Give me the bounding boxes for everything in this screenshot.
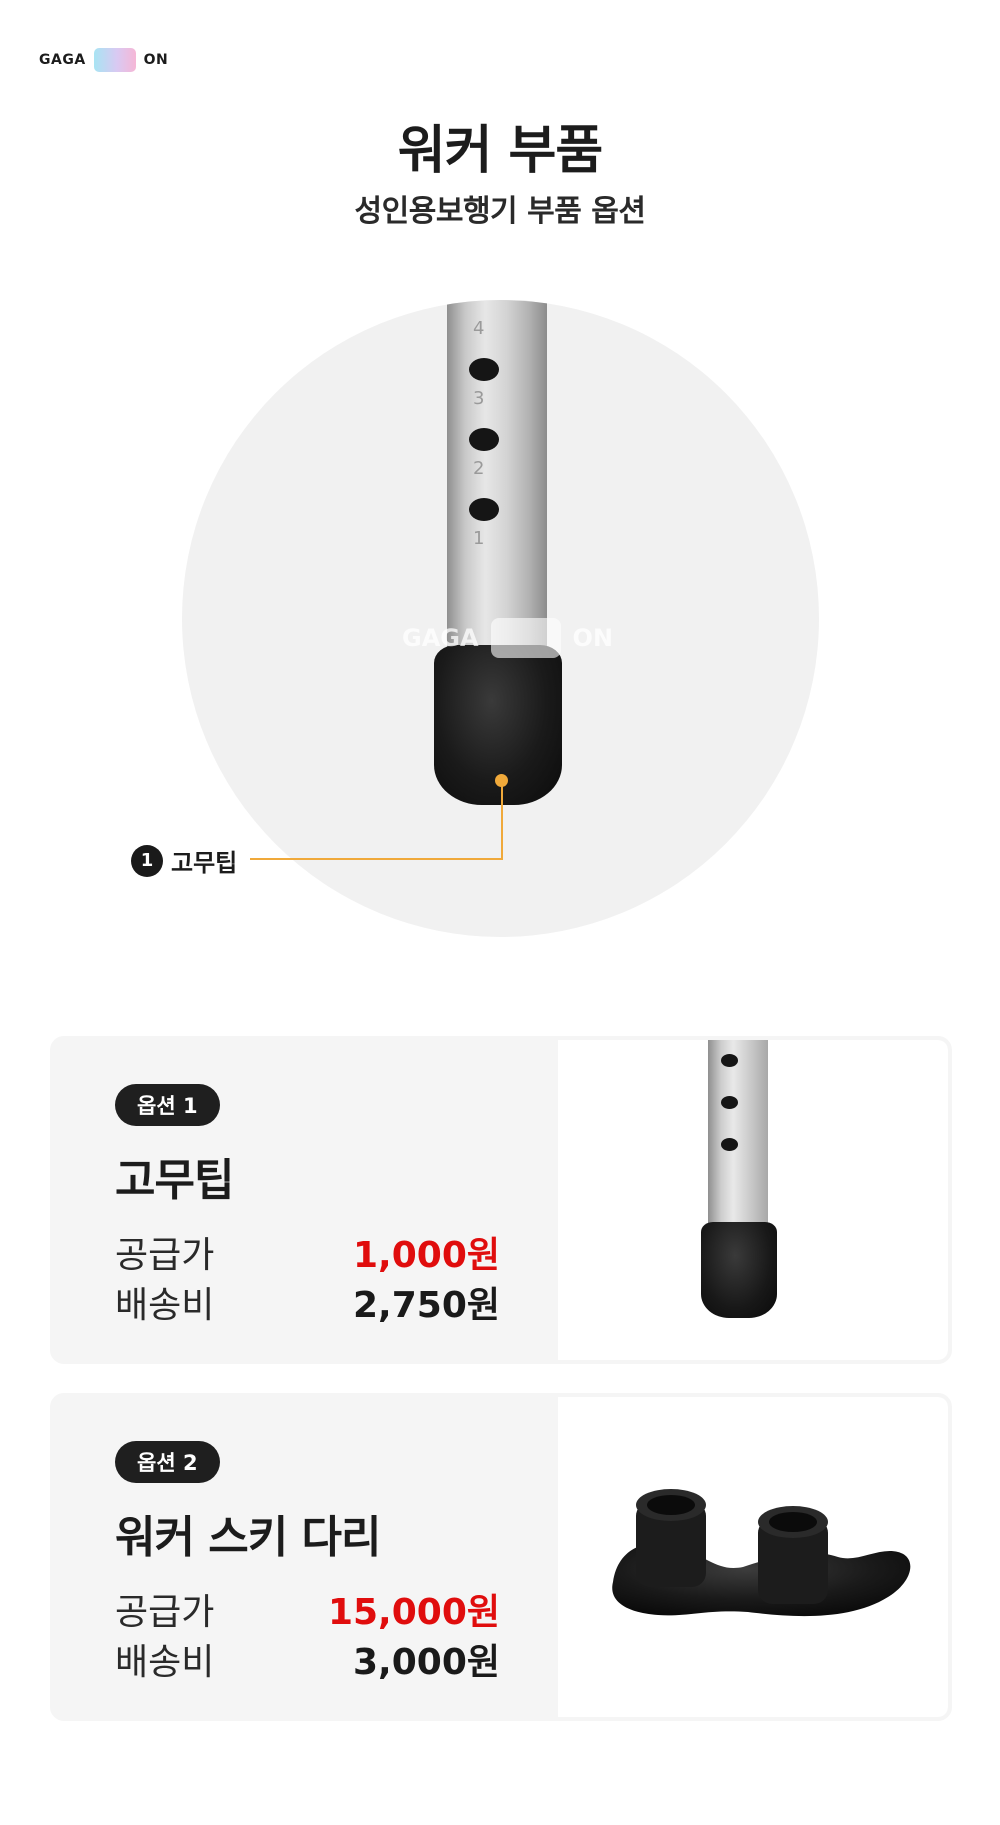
- option-badge: 옵션 2: [115, 1441, 220, 1483]
- shipping-price-label: 배송비: [115, 1285, 215, 1326]
- option-badge: 옵션 1: [115, 1084, 220, 1126]
- shipping-price-label: 배송비: [115, 1642, 215, 1683]
- option-card-2[interactable]: 옵션 2 워커 스키 다리 공급가 15,000원 배송비 3,000원: [50, 1393, 952, 1721]
- tube-number: 3: [473, 388, 485, 409]
- callout-text: 고무팁: [171, 849, 238, 877]
- supply-price-row: 공급가 1,000원: [115, 1226, 500, 1278]
- option-name: 워커 스키 다리: [115, 1512, 382, 1563]
- tube-number: 4: [473, 318, 485, 339]
- supply-price-label: 공급가: [115, 1235, 215, 1276]
- shipping-price: 2,750원: [353, 1285, 500, 1326]
- callout-line: [501, 782, 503, 860]
- callout-line: [250, 858, 503, 860]
- shipping-price: 3,000원: [353, 1642, 500, 1683]
- tube-hole: [721, 1138, 738, 1151]
- supply-price: 1,000원: [353, 1235, 500, 1276]
- shipping-price-row: 배송비 3,000원: [115, 1633, 500, 1685]
- page-subtitle: 성인용보행기 부품 옵션: [354, 194, 646, 229]
- ski-glide-socket: [769, 1512, 817, 1532]
- tube-number: 1: [473, 528, 485, 549]
- walker-leg-tube: [708, 1040, 768, 1250]
- tube-hole: [469, 428, 499, 451]
- brand-left: GAGA: [39, 52, 86, 68]
- option-image-ski-glides: [558, 1397, 948, 1717]
- watermark-pill-icon: [490, 618, 561, 658]
- callout-number: 1: [131, 844, 163, 877]
- rubber-tip: [701, 1222, 777, 1318]
- ski-glides-image: [612, 1489, 911, 1617]
- callout-label: 1 고무팁: [131, 843, 237, 878]
- page-title: 워커 부품: [397, 121, 603, 181]
- shipping-price-row: 배송비 2,750원: [115, 1276, 500, 1328]
- tube-number: 2: [473, 458, 485, 479]
- option-card-1[interactable]: 옵션 1 고무팁 공급가 1,000원 배송비 2,750원: [50, 1036, 952, 1364]
- supply-price-label: 공급가: [115, 1592, 215, 1633]
- option-image-rubber-tip: [558, 1040, 948, 1360]
- watermark-right: ON: [572, 624, 614, 652]
- watermark-left: GAGA: [402, 624, 479, 652]
- tube-hole: [469, 498, 499, 521]
- option-name: 고무팁: [115, 1155, 234, 1206]
- ski-glide-socket: [647, 1495, 695, 1515]
- brand-right: ON: [143, 52, 169, 68]
- supply-price: 15,000원: [327, 1592, 500, 1633]
- tube-hole: [469, 358, 499, 381]
- supply-price-row: 공급가 15,000원: [115, 1583, 500, 1635]
- brand-pill-icon: [93, 48, 136, 72]
- brand-logo: GAGA ON: [39, 48, 168, 72]
- tube-hole: [721, 1054, 738, 1067]
- watermark: GAGA ON: [402, 618, 613, 658]
- tube-hole: [721, 1096, 738, 1109]
